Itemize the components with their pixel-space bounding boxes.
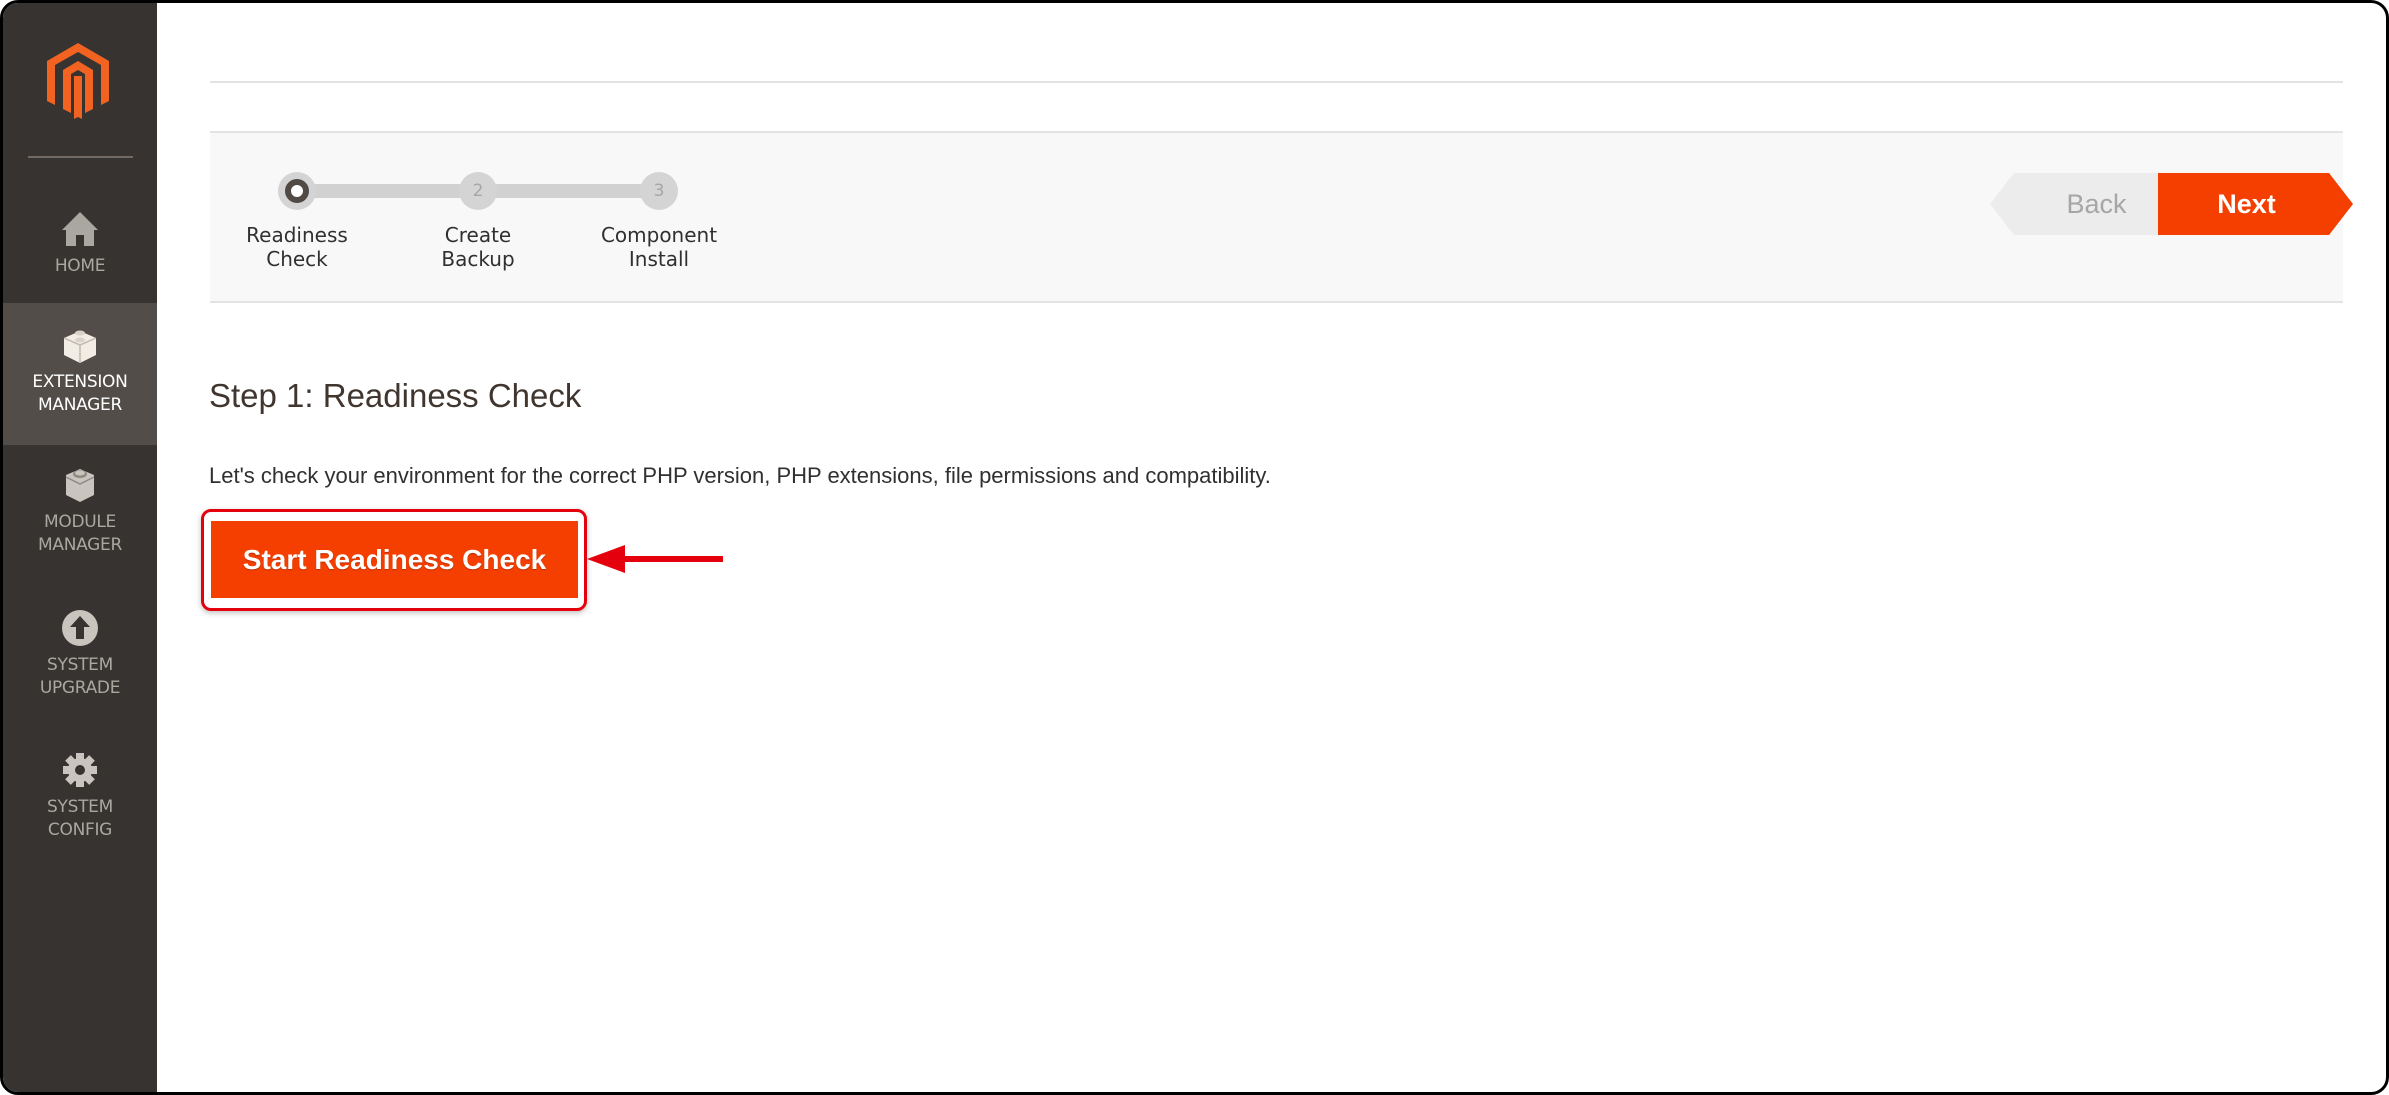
sidebar-item-home[interactable]: HOME (3, 203, 157, 309)
cube-icon (65, 469, 95, 502)
sidebar: HOME EXTENSION MANAGER MODULE MANAGER SY… (3, 3, 157, 1092)
magento-logo-icon[interactable] (47, 43, 109, 119)
annotation-arrow-icon (587, 545, 723, 573)
logo-divider (28, 156, 133, 158)
sidebar-item-label: SYSTEM (47, 655, 113, 675)
step-indicator-2: 2 (459, 172, 497, 210)
step-label-line: Component (600, 223, 718, 247)
step-description: Let's check your environment for the cor… (209, 463, 1271, 488)
gear-icon (63, 753, 97, 787)
step-label-line: Install (628, 247, 690, 271)
sidebar-item-label: MANAGER (38, 535, 122, 555)
step-label-line: Create (444, 223, 512, 247)
app-window: HOME EXTENSION MANAGER MODULE MANAGER SY… (0, 0, 2389, 1095)
step-label-create-backup: Create Backup (398, 223, 558, 271)
page-title: Step 1: Readiness Check (209, 377, 582, 415)
lego-brick-icon (63, 330, 97, 363)
sidebar-item-label: HOME (54, 256, 106, 276)
start-readiness-check-button[interactable]: Start Readiness Check (211, 521, 578, 598)
step-indicator-3: 3 (640, 172, 678, 210)
sidebar-item-extension-manager[interactable]: EXTENSION MANAGER (3, 303, 157, 445)
sidebar-item-label: CONFIG (47, 820, 113, 840)
back-button[interactable]: Back (1990, 173, 2185, 235)
sidebar-item-label: MANAGER (38, 395, 122, 415)
step-label-line: Backup (441, 247, 515, 271)
back-button-label: Back (2066, 188, 2127, 219)
step-label-component-install: Component Install (579, 223, 739, 271)
sidebar-item-module-manager[interactable]: MODULE MANAGER (3, 465, 157, 585)
upload-arrow-icon (62, 610, 98, 646)
sidebar-item-system-config[interactable]: SYSTEM CONFIG (3, 750, 157, 870)
sidebar-item-label: MODULE (44, 512, 116, 532)
step-label-readiness-check: Readiness Check (217, 223, 377, 271)
next-button-label: Next (2217, 188, 2276, 219)
step-indicator-1 (278, 172, 316, 210)
page-header-divider (210, 81, 2343, 83)
wizard-progress-panel: 2 3 Readiness Check Create Backup Compon… (210, 131, 2353, 303)
next-button[interactable]: Next (2158, 173, 2353, 235)
sidebar-item-label: SYSTEM (47, 797, 113, 817)
sidebar-item-label: UPGRADE (39, 678, 121, 698)
sidebar-item-system-upgrade[interactable]: SYSTEM UPGRADE (3, 608, 157, 728)
step-label-line: Readiness (246, 223, 348, 247)
step-label-line: Check (266, 247, 328, 271)
sidebar-item-label: EXTENSION (32, 372, 128, 392)
home-icon (62, 212, 98, 246)
